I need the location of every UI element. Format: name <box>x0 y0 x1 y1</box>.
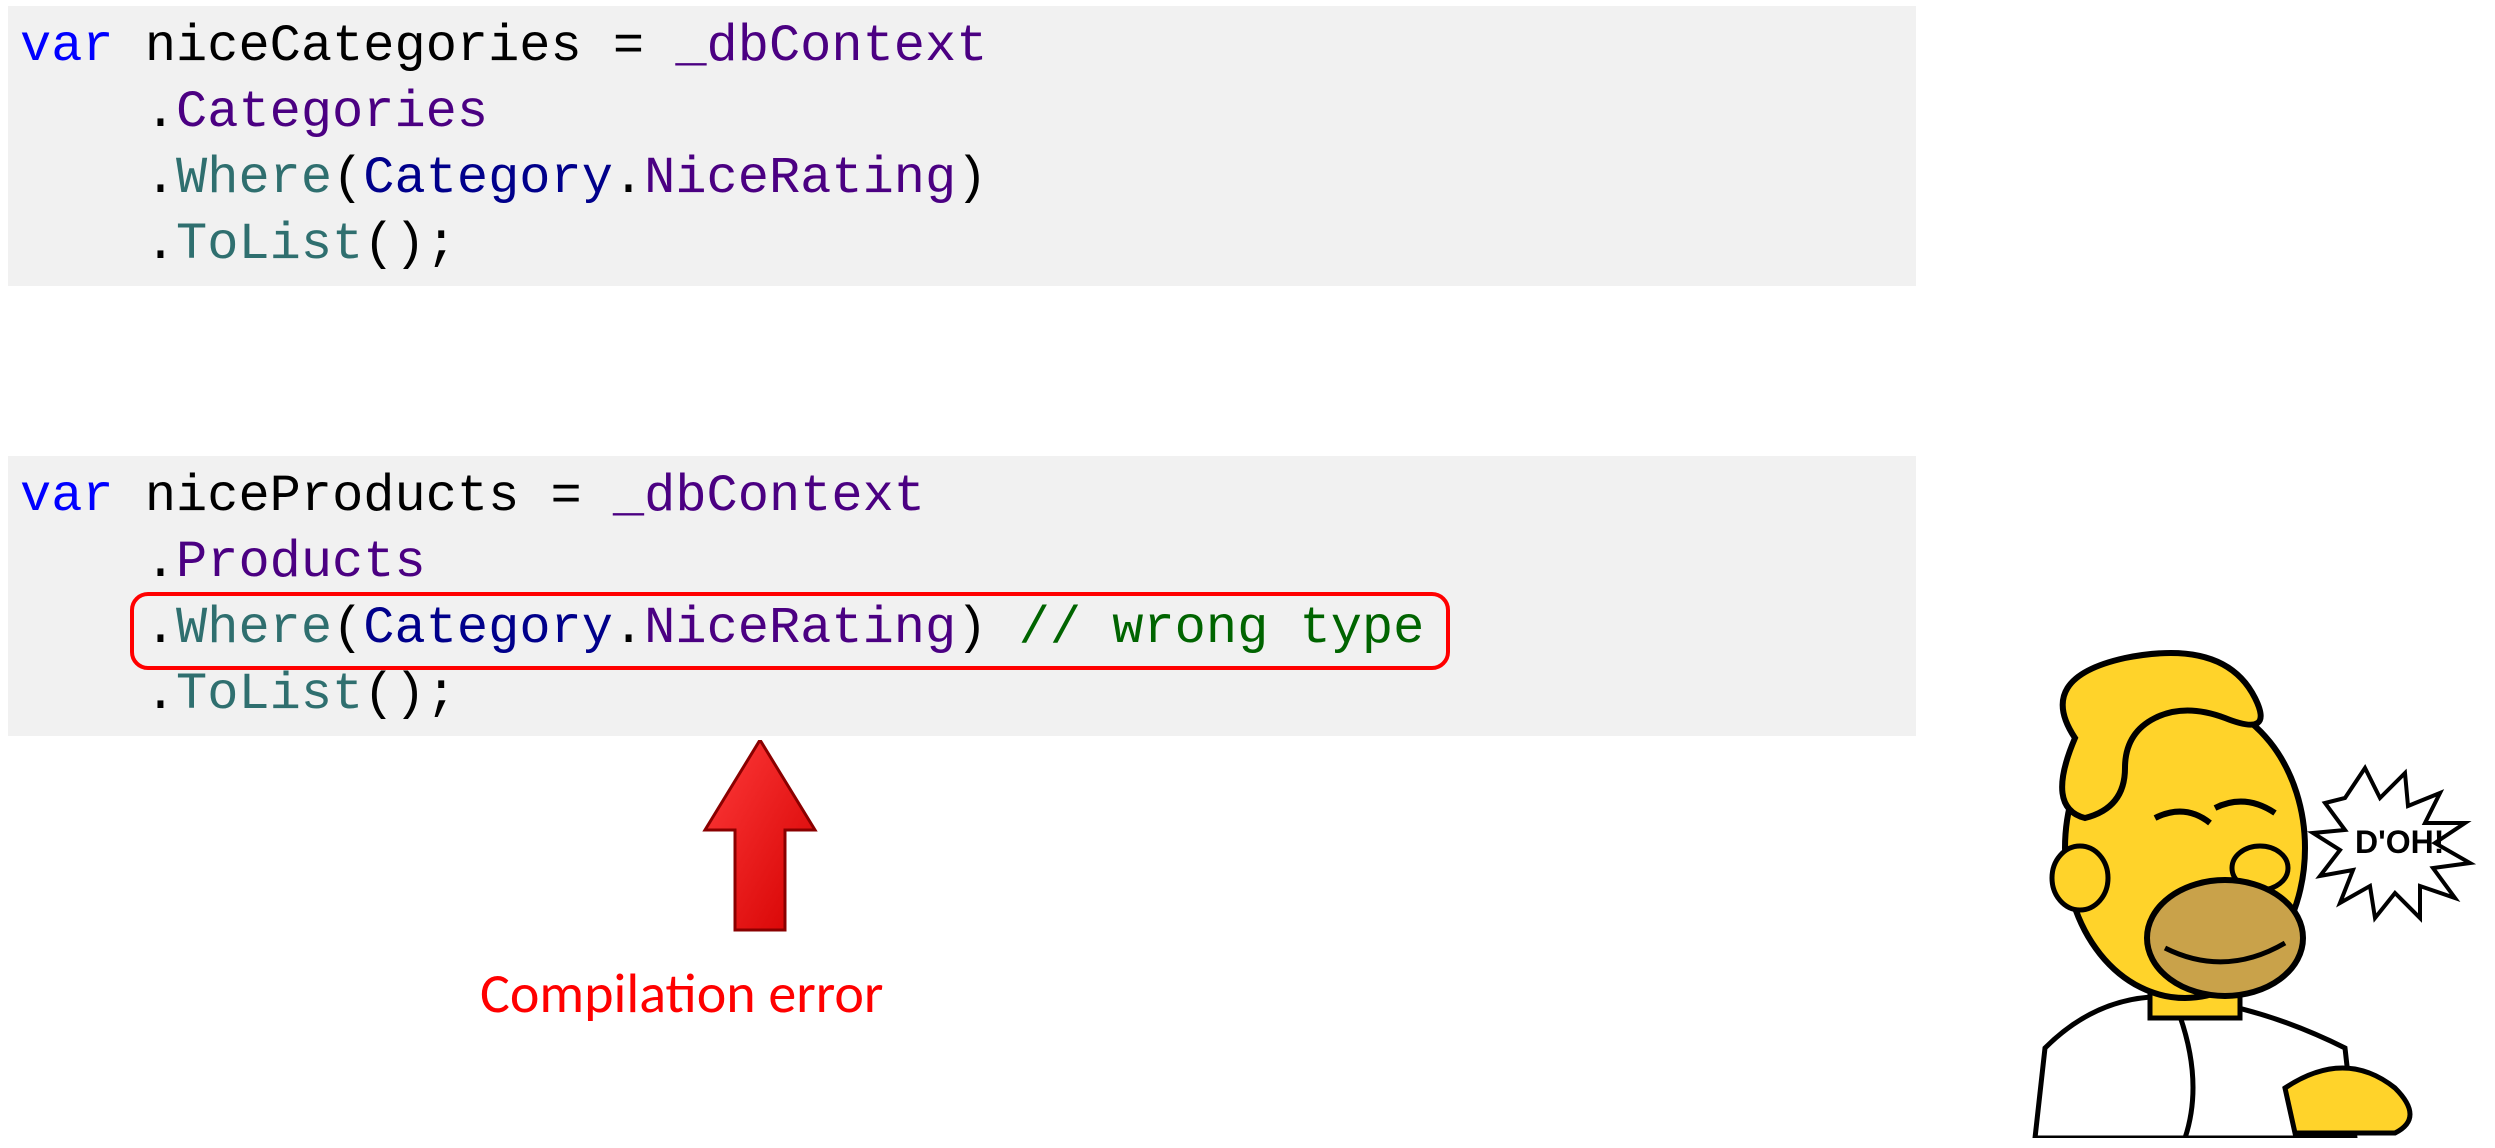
type-category: Category <box>363 149 613 208</box>
identifier: niceCategories = <box>145 17 676 76</box>
keyword-var: var <box>20 467 114 526</box>
identifier-dbcontext: _dbContext <box>675 17 987 76</box>
method-tolist: ToList <box>176 215 363 274</box>
identifier-dbcontext: _dbContext <box>613 467 925 526</box>
speech-bubble-text: D'OH! <box>2355 824 2444 860</box>
arrow-icon <box>700 740 820 940</box>
member-categories: Categories <box>176 83 488 142</box>
identifier: niceProducts = <box>145 467 613 526</box>
code-block-categories: var niceCategories = _dbContext .Categor… <box>8 6 1916 286</box>
method-tolist: ToList <box>176 665 363 724</box>
keyword-var: var <box>20 17 114 76</box>
method-where: Where <box>176 149 332 208</box>
annotation-compilation-error: Compilation error <box>480 960 883 1028</box>
error-highlight-box <box>130 592 1450 670</box>
member-products: Products <box>176 533 426 592</box>
homer-doh-illustration: D'OH! <box>1925 618 2485 1138</box>
member-nicerating: NiceRating <box>644 149 956 208</box>
